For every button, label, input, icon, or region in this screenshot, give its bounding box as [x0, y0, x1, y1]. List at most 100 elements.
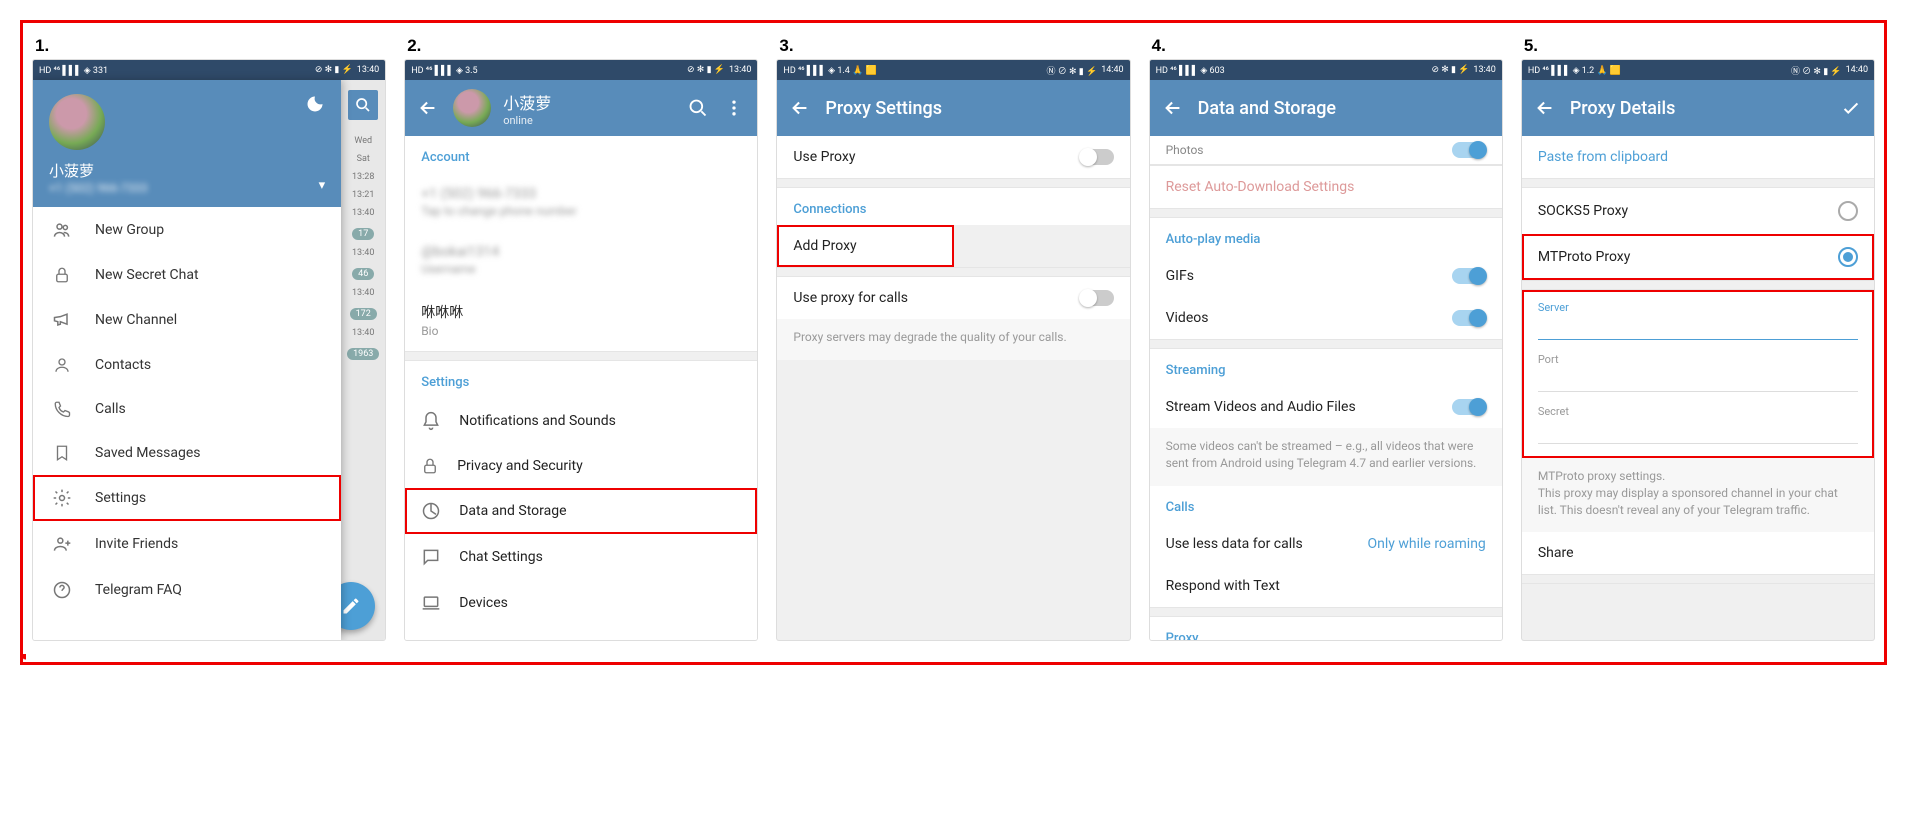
row-socks5[interactable]: SOCKS5 Proxy: [1522, 188, 1874, 234]
menu-new-group[interactable]: New Group: [33, 207, 341, 253]
app-bar: Proxy Settings: [777, 80, 1129, 136]
step-number: 4.: [1152, 37, 1502, 54]
laptop-icon: [421, 593, 441, 613]
search-icon[interactable]: [687, 97, 709, 119]
back-icon[interactable]: [1534, 97, 1556, 119]
row-data-storage[interactable]: Data and Storage: [405, 488, 757, 534]
row-share[interactable]: Share: [1522, 532, 1874, 574]
menu-contacts[interactable]: Contacts: [33, 343, 341, 387]
row-notifications[interactable]: Notifications and Sounds: [405, 398, 757, 444]
bookmark-icon: [51, 444, 73, 462]
status-bar: HD ⁴⁶ ▌▌▌ ◈ 1.4 🙏 🟨Ⓝ ⊘ ✻ ▮ ⚡14:40: [777, 60, 1129, 80]
megaphone-icon: [51, 310, 73, 330]
back-icon[interactable]: [417, 97, 439, 119]
page-title: Proxy Details: [1570, 98, 1826, 119]
search-icon[interactable]: [348, 90, 378, 120]
menu-settings[interactable]: Settings: [33, 475, 341, 521]
row-username[interactable]: @bokai1314Username: [405, 231, 757, 289]
row-respond-text[interactable]: Respond with Text: [1150, 565, 1502, 607]
status-bar: HD ⁴⁶ ▌▌▌ ◈ 3.5⊘ ✻ ▮ ⚡13:40: [405, 60, 757, 80]
row-proxy-calls[interactable]: Use proxy for calls: [777, 277, 1129, 319]
back-icon[interactable]: [789, 97, 811, 119]
step-number: 5.: [1524, 37, 1874, 54]
check-icon[interactable]: [1840, 97, 1862, 119]
avatar[interactable]: [49, 94, 105, 150]
step-4: 4. HD ⁴⁶ ▌▌▌ ◈ 603⊘ ✻ ▮ ⚡13:40 Data and …: [1150, 37, 1502, 640]
proxy-fields-group: Server Port Secret: [1522, 290, 1874, 458]
chat-icon: [421, 547, 441, 567]
phone-1: HD ⁴⁶ ▌▌▌ ◈ 331 ⊘ ✻ ▮ ⚡13:40 Wed Sat 13:…: [33, 60, 385, 640]
section-streaming: Streaming: [1150, 349, 1502, 386]
page-title: Data and Storage: [1198, 98, 1490, 119]
lock-icon: [51, 266, 73, 284]
field-secret[interactable]: Secret: [1522, 400, 1874, 452]
person-icon: [51, 356, 73, 374]
radio[interactable]: [1838, 201, 1858, 221]
toggle[interactable]: [1452, 399, 1486, 415]
mtproto-hint: MTProto proxy settings.This proxy may di…: [1522, 458, 1874, 532]
drawer-phone: +1 (502) 966-7333: [49, 181, 325, 195]
row-devices[interactable]: Devices: [405, 580, 757, 626]
menu-new-channel[interactable]: New Channel: [33, 297, 341, 343]
step-number: 3.: [779, 37, 1129, 54]
chat-list-peek: Wed Sat 13:28 13:21 13:40 17 13:40 46 13…: [341, 80, 385, 640]
row-language[interactable]: Language: [405, 626, 757, 640]
menu-secret-chat[interactable]: New Secret Chat: [33, 253, 341, 297]
drawer-username: 小菠萝: [49, 160, 325, 181]
more-icon[interactable]: [723, 97, 745, 119]
field-port[interactable]: Port: [1522, 348, 1874, 400]
row-stream[interactable]: Stream Videos and Audio Files: [1150, 386, 1502, 428]
phone-icon: [51, 400, 73, 418]
row-chat-settings[interactable]: Chat Settings: [405, 534, 757, 580]
row-mtproto[interactable]: MTProto Proxy: [1522, 234, 1874, 280]
app-bar: 小菠萝online: [405, 80, 757, 136]
night-mode-icon[interactable]: [305, 94, 325, 114]
row-bio[interactable]: 咻咻咻Bio: [405, 289, 757, 351]
row-videos[interactable]: Videos: [1150, 297, 1502, 339]
row-use-proxy[interactable]: Use Proxy: [777, 136, 1129, 178]
menu-saved[interactable]: Saved Messages: [33, 431, 341, 475]
toggle[interactable]: [1452, 268, 1486, 284]
row-photos[interactable]: Photos: [1150, 136, 1502, 164]
group-icon: [51, 220, 73, 240]
lock-icon: [421, 457, 439, 475]
app-bar: Proxy Details: [1522, 80, 1874, 136]
toggle[interactable]: [1080, 149, 1114, 165]
radio[interactable]: [1838, 247, 1858, 267]
gear-icon: [51, 488, 73, 508]
stream-hint: Some videos can't be streamed – e.g., al…: [1150, 428, 1502, 486]
back-icon[interactable]: [1162, 97, 1184, 119]
step-2: 2. HD ⁴⁶ ▌▌▌ ◈ 3.5⊘ ✻ ▮ ⚡13:40 小菠萝online…: [405, 37, 757, 640]
step-1: 1. HD ⁴⁶ ▌▌▌ ◈ 331 ⊘ ✻ ▮ ⚡13:40 Wed Sat …: [33, 37, 385, 640]
server-input[interactable]: [1538, 315, 1858, 340]
row-add-proxy[interactable]: Add Proxy: [777, 225, 953, 267]
step-number: 1.: [35, 37, 385, 54]
secret-input[interactable]: [1538, 419, 1858, 444]
profile-header[interactable]: 小菠萝online: [453, 89, 673, 127]
status-bar: HD ⁴⁶ ▌▌▌ ◈ 1.2 🙏 🟨Ⓝ ⊘ ✻ ▮ ⚡14:40: [1522, 60, 1874, 80]
row-gifs[interactable]: GIFs: [1150, 255, 1502, 297]
row-paste-clipboard[interactable]: Paste from clipboard: [1522, 136, 1874, 178]
menu-faq[interactable]: Telegram FAQ: [33, 567, 341, 613]
toggle[interactable]: [1080, 290, 1114, 306]
field-server[interactable]: Server: [1522, 296, 1874, 348]
globe-icon: [421, 639, 441, 640]
row-reset-autodownload[interactable]: Reset Auto-Download Settings: [1150, 166, 1502, 208]
status-bar: HD ⁴⁶ ▌▌▌ ◈ 331 ⊘ ✻ ▮ ⚡13:40: [33, 60, 385, 80]
expand-icon[interactable]: ▾: [319, 178, 326, 193]
tutorial-frame: 1. HD ⁴⁶ ▌▌▌ ◈ 331 ⊘ ✻ ▮ ⚡13:40 Wed Sat …: [20, 20, 1887, 665]
port-input[interactable]: [1538, 367, 1858, 392]
row-phone[interactable]: +1 (502) 966-7333Tap to change phone num…: [405, 173, 757, 231]
section-connections: Connections: [777, 188, 1129, 225]
toggle[interactable]: [1452, 310, 1486, 326]
toggle[interactable]: [1452, 142, 1486, 158]
menu-invite[interactable]: Invite Friends: [33, 521, 341, 567]
section-autoplay: Auto-play media: [1150, 218, 1502, 255]
step-number: 2.: [407, 37, 757, 54]
row-privacy[interactable]: Privacy and Security: [405, 444, 757, 488]
data-icon: [421, 501, 441, 521]
section-settings: Settings: [405, 361, 757, 398]
bell-icon: [421, 411, 441, 431]
menu-calls[interactable]: Calls: [33, 387, 341, 431]
row-less-data[interactable]: Use less data for callsOnly while roamin…: [1150, 523, 1502, 565]
